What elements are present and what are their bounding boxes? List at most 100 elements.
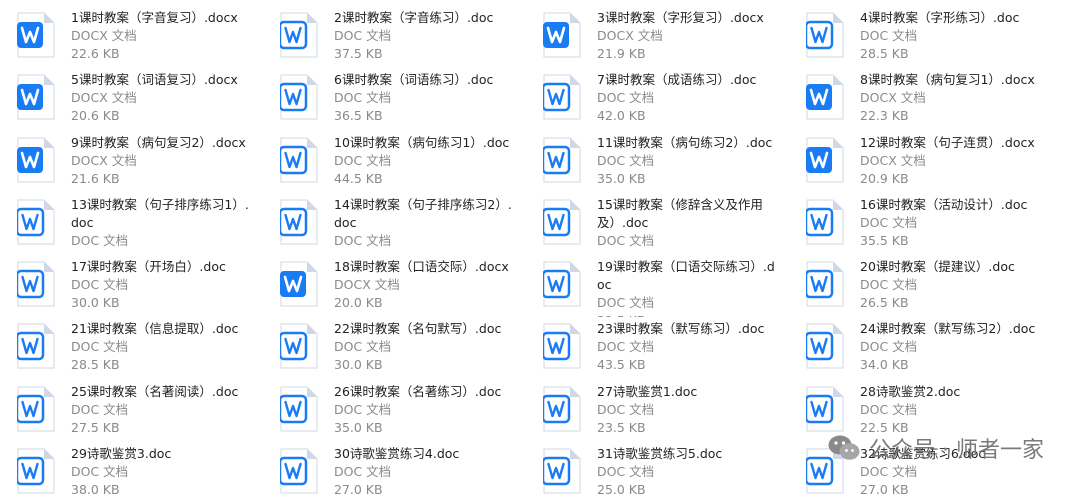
- word-doc-icon: [17, 323, 55, 369]
- file-type: DOC 文档: [860, 401, 918, 417]
- file-type: DOC 文档: [597, 90, 655, 106]
- word-doc-icon: [806, 261, 844, 307]
- file-item[interactable]: 25课时教案（名著阅读）.doc DOC 文档 27.5 KB: [17, 380, 280, 442]
- file-name: 24课时教案（默写练习2）.doc: [860, 321, 1036, 337]
- file-item[interactable]: 30诗歌鉴赏练习4.doc DOC 文档 27.0 KB: [280, 442, 543, 504]
- wps-writer-blue-icon: [806, 74, 844, 120]
- file-item[interactable]: 31诗歌鉴赏练习5.doc DOC 文档 25.0 KB: [543, 442, 806, 504]
- wechat-icon: [828, 435, 860, 460]
- file-meta: 6课时教案（词语练习）.doc DOC 文档 36.5 KB: [334, 71, 514, 125]
- file-item[interactable]: 4课时教案（字形练习）.doc DOC 文档 28.5 KB: [806, 6, 1069, 68]
- word-doc-icon: [17, 261, 55, 307]
- file-meta: 11课时教案（病句练习2）.doc DOC 文档 35.0 KB: [597, 134, 777, 188]
- file-meta: 14课时教案（句子排序练习2）.doc DOC 文档: [334, 196, 514, 250]
- file-size: 21.9 KB: [597, 46, 646, 61]
- file-size: 20.6 KB: [71, 108, 120, 124]
- file-meta: 10课时教案（病句练习1）.doc DOC 文档 44.5 KB: [334, 134, 514, 188]
- file-type: DOC 文档: [334, 152, 392, 168]
- file-item[interactable]: 20课时教案（提建议）.doc DOC 文档 26.5 KB: [806, 255, 1069, 317]
- word-doc-icon: [543, 448, 581, 494]
- file-meta: 21课时教案（信息提取）.doc DOC 文档 28.5 KB: [71, 320, 251, 374]
- file-type: DOC 文档: [597, 339, 655, 355]
- file-item[interactable]: 6课时教案（词语练习）.doc DOC 文档 36.5 KB: [280, 68, 543, 130]
- file-type: DOC 文档: [71, 277, 129, 293]
- file-type: DOC 文档: [334, 464, 392, 480]
- file-size: 42.0 KB: [597, 108, 646, 124]
- wps-writer-blue-icon: [280, 261, 318, 307]
- file-meta: 4课时教案（字形练习）.doc DOC 文档 28.5 KB: [860, 9, 1040, 63]
- word-doc-icon: [17, 448, 55, 494]
- file-type: DOC 文档: [597, 152, 655, 168]
- file-item[interactable]: 21课时教案（信息提取）.doc DOC 文档 28.5 KB: [17, 317, 280, 379]
- file-type: DOC 文档: [71, 232, 129, 248]
- word-doc-icon: [543, 74, 581, 120]
- file-item[interactable]: 1课时教案（字音复习）.docx DOCX 文档 22.6 KB: [17, 6, 280, 68]
- file-type: DOCX 文档: [71, 90, 137, 106]
- file-item[interactable]: 12课时教案（句子连贯）.docx DOCX 文档 20.9 KB: [806, 131, 1069, 193]
- file-type: DOC 文档: [334, 232, 392, 248]
- file-meta: 28诗歌鉴赏2.doc DOC 文档 22.5 KB: [860, 383, 1040, 437]
- file-meta: 30诗歌鉴赏练习4.doc DOC 文档 27.0 KB: [334, 445, 514, 499]
- file-type: DOC 文档: [334, 401, 392, 417]
- file-item[interactable]: 18课时教案（口语交际）.docx DOCX 文档 20.0 KB: [280, 255, 543, 317]
- file-item[interactable]: 16课时教案（活动设计）.doc DOC 文档 35.5 KB: [806, 193, 1069, 255]
- file-item[interactable]: 27诗歌鉴赏1.doc DOC 文档 23.5 KB: [543, 380, 806, 442]
- file-item[interactable]: 3课时教案（字形复习）.docx DOCX 文档 21.9 KB: [543, 6, 806, 68]
- word-doc-icon: [543, 386, 581, 432]
- word-doc-icon: [280, 323, 318, 369]
- file-item[interactable]: 9课时教案（病句复习2）.docx DOCX 文档 21.6 KB: [17, 131, 280, 193]
- word-doc-icon: [280, 74, 318, 120]
- file-meta: 19课时教案（口语交际练习）.docDOC 文档32.5 KB: [597, 258, 777, 317]
- file-type: DOC 文档: [597, 232, 655, 248]
- file-item[interactable]: 19课时教案（口语交际练习）.docDOC 文档32.5 KB: [543, 255, 806, 317]
- file-item[interactable]: 14课时教案（句子排序练习2）.doc DOC 文档: [280, 193, 543, 255]
- file-item[interactable]: 23课时教案（默写练习）.doc DOC 文档 43.5 KB: [543, 317, 806, 379]
- file-name: 2课时教案（字音练习）.doc: [334, 10, 494, 25]
- file-item[interactable]: 10课时教案（病句练习1）.doc DOC 文档 44.5 KB: [280, 131, 543, 193]
- word-doc-icon: [280, 199, 318, 245]
- file-meta: 23课时教案（默写练习）.doc DOC 文档 43.5 KB: [597, 320, 777, 374]
- file-type: DOC 文档: [597, 295, 655, 311]
- file-size: 28.5 KB: [860, 46, 909, 61]
- file-size: 36.5 KB: [334, 108, 383, 124]
- file-type: DOCX 文档: [597, 28, 663, 43]
- file-name: 8课时教案（病句复习1）.docx: [860, 72, 1035, 88]
- file-type: DOC 文档: [71, 339, 129, 355]
- file-meta: 1课时教案（字音复习）.docx DOCX 文档 22.6 KB: [71, 9, 251, 63]
- file-item[interactable]: 29诗歌鉴赏3.doc DOC 文档 38.0 KB: [17, 442, 280, 504]
- file-name: 18课时教案（口语交际）.docx: [334, 259, 509, 275]
- file-item[interactable]: 13课时教案（句子排序练习1）.doc DOC 文档: [17, 193, 280, 255]
- word-doc-icon: [806, 199, 844, 245]
- file-item[interactable]: 15课时教案（修辞含义及作用及）.doc DOC 文档: [543, 193, 806, 255]
- file-name: 15课时教案（修辞含义及作用及）.doc: [597, 196, 763, 230]
- file-item[interactable]: 26课时教案（名著练习）.doc DOC 文档 35.0 KB: [280, 380, 543, 442]
- file-item[interactable]: 2课时教案（字音练习）.doc DOC 文档 37.5 KB: [280, 6, 543, 68]
- file-type: DOCX 文档: [860, 90, 926, 106]
- file-item[interactable]: 5课时教案（词语复习）.docx DOCX 文档 20.6 KB: [17, 68, 280, 130]
- file-name: 7课时教案（成语练习）.doc: [597, 72, 757, 88]
- file-item[interactable]: 7课时教案（成语练习）.doc DOC 文档 42.0 KB: [543, 68, 806, 130]
- file-item[interactable]: 24课时教案（默写练习2）.doc DOC 文档 34.0 KB: [806, 317, 1069, 379]
- file-size: 30.0 KB: [334, 357, 383, 373]
- file-size: 35.0 KB: [597, 170, 646, 186]
- word-doc-icon: [280, 448, 318, 494]
- file-type: DOC 文档: [334, 339, 392, 355]
- file-item[interactable]: 11课时教案（病句练习2）.doc DOC 文档 35.0 KB: [543, 131, 806, 193]
- file-type: DOC 文档: [334, 28, 392, 43]
- file-item[interactable]: 17课时教案（开场白）.doc DOC 文档 30.0 KB: [17, 255, 280, 317]
- file-name: 13课时教案（句子排序练习1）.doc: [71, 196, 249, 230]
- file-type: DOCX 文档: [71, 28, 137, 43]
- file-meta: 15课时教案（修辞含义及作用及）.doc DOC 文档: [597, 196, 777, 250]
- word-doc-icon: [17, 386, 55, 432]
- file-meta: 24课时教案（默写练习2）.doc DOC 文档 34.0 KB: [860, 320, 1040, 374]
- file-name: 31诗歌鉴赏练习5.doc: [597, 446, 723, 462]
- watermark: 公众号 · 师者一家: [827, 432, 1044, 464]
- file-size: 35.0 KB: [334, 419, 383, 435]
- file-item[interactable]: 8课时教案（病句复习1）.docx DOCX 文档 22.3 KB: [806, 68, 1069, 130]
- file-name: 30诗歌鉴赏练习4.doc: [334, 446, 460, 462]
- file-name: 29诗歌鉴赏3.doc: [71, 446, 172, 462]
- file-name: 3课时教案（字形复习）.docx: [597, 10, 764, 25]
- watermark-text: 公众号 · 师者一家: [869, 438, 1044, 463]
- file-name: 19课时教案（口语交际练习）.doc: [597, 259, 775, 293]
- file-item[interactable]: 22课时教案（名句默写）.doc DOC 文档 30.0 KB: [280, 317, 543, 379]
